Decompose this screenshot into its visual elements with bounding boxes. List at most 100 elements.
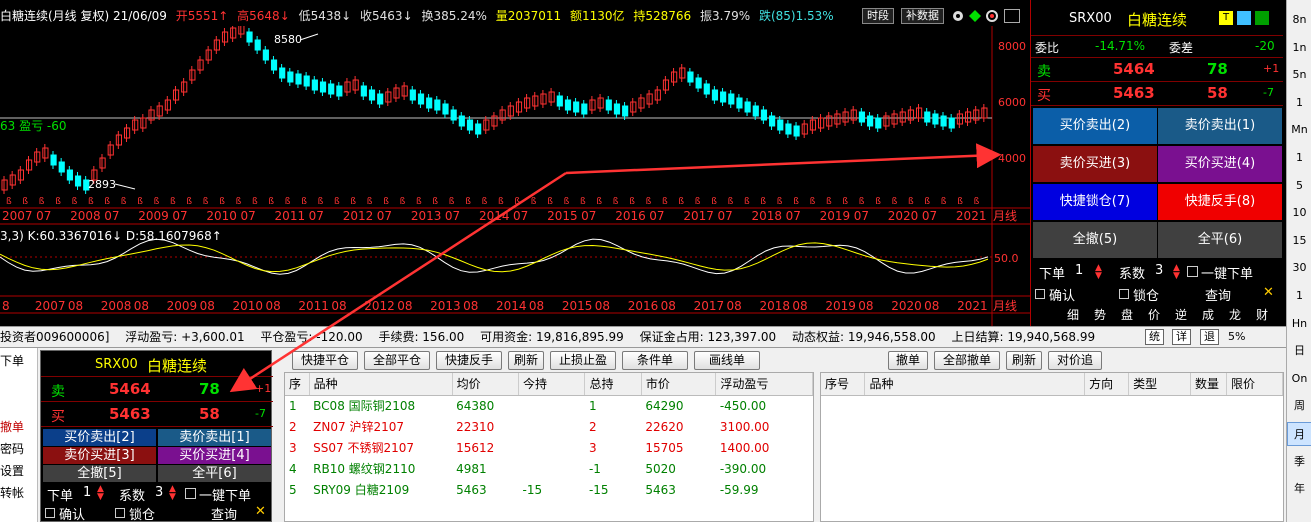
period-button[interactable]: 30 [1287, 256, 1311, 280]
quote-tab[interactable]: 盘 [1121, 306, 1133, 323]
toolbar-button[interactable]: 快捷平仓 [292, 351, 358, 370]
multiplier-input[interactable]: 3 [1155, 263, 1163, 278]
mini-buyprice-buy-button[interactable]: 买价买进[4] [158, 447, 271, 464]
position-row[interactable]: 1 BC08 国际铜2108 64380 1 64290 -450.00 [285, 395, 813, 416]
position-header-cell[interactable]: 市价 [641, 373, 717, 396]
quote-tab[interactable]: 细 [1067, 306, 1079, 323]
order-qty-spinner-icon[interactable]: ▲ ▼ [1095, 264, 1102, 281]
position-header-cell[interactable]: 均价 [452, 373, 520, 396]
position-header-cell[interactable]: 今持 [518, 373, 586, 396]
back-button[interactable]: 退 [1200, 329, 1219, 345]
period-button[interactable]: 月 [1287, 422, 1311, 446]
quick-lock-button[interactable]: 快捷锁仓(7) [1033, 184, 1157, 220]
toolbar-button[interactable]: 刷新 [508, 351, 544, 370]
toolbar-button[interactable]: 止损止盈 [550, 351, 616, 370]
mini-query-button[interactable]: 查询 [211, 504, 237, 522]
period-button[interactable]: 15 [1287, 229, 1311, 253]
quote-tab[interactable]: 龙 [1229, 306, 1241, 323]
sell-price[interactable]: 5464 [1113, 60, 1155, 78]
quick-reverse-button[interactable]: 快捷反手(8) [1158, 184, 1282, 220]
position-header-cell[interactable]: 品种 [309, 373, 453, 396]
toolbar-button[interactable]: 全部平仓 [364, 351, 430, 370]
window-toggle-icon[interactable] [1004, 9, 1020, 23]
query-button[interactable]: 查询 [1205, 285, 1231, 304]
mini-confirm-checkbox[interactable] [45, 508, 55, 518]
mini-order-qty-spinner-icon[interactable]: ▲ ▼ [97, 485, 104, 502]
toolbar-button[interactable]: 画线单 [694, 351, 760, 370]
trade-menu-item[interactable]: 设置 [0, 462, 24, 479]
mini-cancel-all-button[interactable]: 全撤[5] [43, 465, 156, 482]
period-button[interactable]: 8n [1287, 8, 1311, 32]
period-button[interactable]: 周 [1287, 394, 1311, 418]
period-button[interactable]: 5n [1287, 63, 1311, 87]
cancel-all-button[interactable]: 全撤(5) [1033, 222, 1157, 258]
toolbar-button[interactable]: 刷新 [1006, 351, 1042, 370]
refresh-icon[interactable] [1255, 11, 1269, 25]
trade-menu-item[interactable]: 转帐 [0, 484, 24, 501]
order-header-cell[interactable]: 序号 [821, 373, 866, 396]
buyprice-buy-button[interactable]: 买价买进(4) [1158, 146, 1282, 182]
trade-menu-item[interactable]: 下单 [0, 352, 24, 369]
quote-tab[interactable]: 价 [1148, 306, 1160, 323]
position-header-cell[interactable]: 总持 [584, 373, 642, 396]
toolbar-button[interactable]: 条件单 [622, 351, 688, 370]
lock-checkbox[interactable] [1119, 289, 1129, 299]
order-qty-input[interactable]: 1 [1075, 263, 1083, 278]
toolbar-button[interactable]: 快捷反手 [436, 351, 502, 370]
quote-tab[interactable]: 势 [1094, 306, 1106, 323]
timeshare-button[interactable]: 时段 [862, 8, 894, 24]
period-button[interactable]: 1 [1287, 284, 1311, 308]
period-button[interactable]: 10 [1287, 201, 1311, 225]
order-header-cell[interactable]: 类型 [1128, 373, 1192, 396]
toolbar-button[interactable]: 对价追 [1048, 351, 1102, 370]
toolbar-button[interactable]: 全部撤单 [934, 351, 1000, 370]
period-button[interactable]: 1n [1287, 36, 1311, 60]
trade-menu-item[interactable]: 密码 [0, 440, 24, 457]
period-button[interactable]: Mn [1287, 118, 1311, 142]
mini-tools-icon[interactable]: ✕ [255, 504, 266, 519]
buy-price[interactable]: 5463 [1113, 84, 1155, 102]
mini-buy-price[interactable]: 5463 [109, 405, 151, 423]
period-button[interactable]: 季 [1287, 450, 1311, 474]
mini-lock-checkbox[interactable] [115, 508, 125, 518]
sellprice-buy-button[interactable]: 卖价买进(3) [1033, 146, 1157, 182]
tools-icon[interactable]: ✕ [1263, 285, 1274, 300]
settings-icon[interactable] [1237, 11, 1251, 25]
order-header-cell[interactable]: 品种 [864, 373, 1086, 396]
mini-sell-price[interactable]: 5464 [109, 380, 151, 398]
period-button[interactable]: 年 [1287, 477, 1311, 501]
t-icon[interactable]: T [1219, 11, 1233, 25]
toolbar-button[interactable]: 撤单 [888, 351, 928, 370]
quote-tab[interactable]: 逆 [1175, 306, 1187, 323]
position-header-cell[interactable]: 序 [285, 373, 310, 396]
diamond-icon[interactable] [968, 9, 982, 23]
sellprice-sell-button[interactable]: 卖价卖出(1) [1158, 108, 1282, 144]
position-row[interactable]: 5 SRY09 白糖2109 5463 -15 -15 5463 -59.99 [285, 479, 813, 500]
stats-button[interactable]: 统 [1145, 329, 1164, 345]
period-button[interactable]: Hn [1287, 312, 1311, 336]
one-click-checkbox[interactable] [1187, 266, 1198, 277]
period-button[interactable]: 1 [1287, 91, 1311, 115]
order-header-cell[interactable]: 限价 [1226, 373, 1283, 396]
target-icon[interactable] [985, 9, 999, 23]
multiplier-spinner-icon[interactable]: ▲ ▼ [1173, 264, 1180, 281]
period-button[interactable]: 日 [1287, 339, 1311, 363]
position-row[interactable]: 4 RB10 螺纹钢2110 4981 -1 5020 -390.00 [285, 458, 813, 479]
detail-button[interactable]: 详 [1172, 329, 1191, 345]
buyprice-sell-button[interactable]: 买价卖出(2) [1033, 108, 1157, 144]
confirm-checkbox[interactable] [1035, 289, 1045, 299]
mini-order-qty-input[interactable]: 1 [83, 485, 91, 500]
mini-multiplier-input[interactable]: 3 [155, 485, 163, 500]
order-header-cell[interactable]: 方向 [1084, 373, 1130, 396]
quote-tab[interactable]: 成 [1202, 306, 1214, 323]
position-row[interactable]: 3 SS07 不锈钢2107 15612 3 15705 1400.00 [285, 437, 813, 458]
mini-multiplier-spinner-icon[interactable]: ▲ ▼ [169, 485, 176, 502]
kline-chart[interactable]: 白糖连续(月线 复权) 21/06/09 开5551↑ 高5648↓ 低5438… [0, 0, 1030, 326]
mini-one-click-checkbox[interactable] [185, 488, 196, 499]
mini-sellprice-buy-button[interactable]: 卖价买进[3] [43, 447, 156, 464]
position-header-cell[interactable]: 浮动盈亏 [715, 373, 813, 396]
position-row[interactable]: 2 ZN07 沪锌2107 22310 2 22620 3100.00 [285, 416, 813, 437]
trade-menu-item[interactable]: 撤单 [0, 418, 24, 435]
period-button[interactable]: 5 [1287, 174, 1311, 198]
quote-tab[interactable]: 财 [1256, 306, 1268, 323]
